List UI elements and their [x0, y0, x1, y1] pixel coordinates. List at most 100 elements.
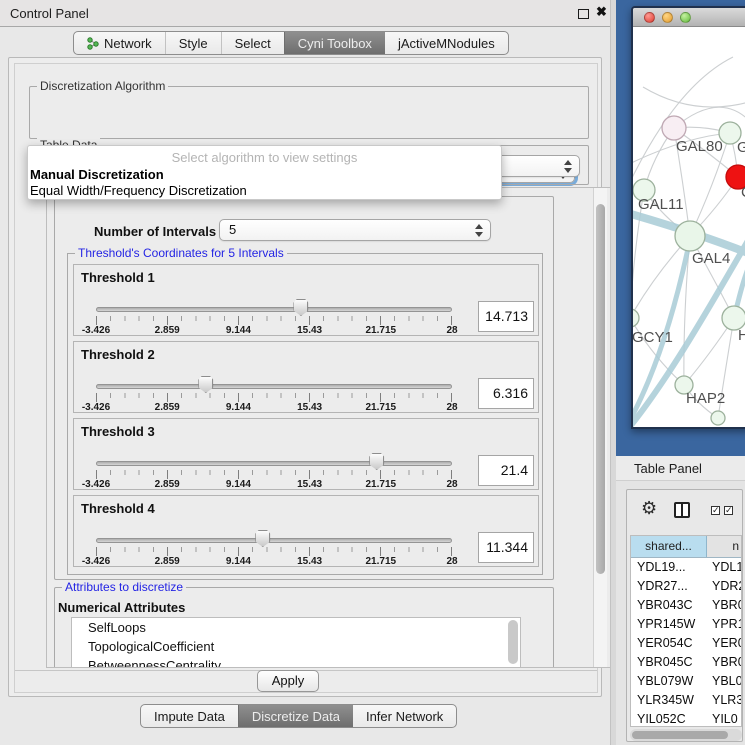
network-icon [87, 37, 99, 50]
slider-track[interactable] [96, 307, 452, 312]
algorithm-dropdown-popup: Select algorithm to view settings Manual… [27, 145, 502, 200]
split-panel-icon[interactable] [674, 502, 690, 518]
checkbox-icon[interactable]: ✓ [724, 506, 733, 515]
tab-style[interactable]: Style [165, 32, 221, 54]
scrollbar-thumb[interactable] [632, 731, 728, 739]
node-gal80[interactable] [662, 116, 686, 140]
slider-ticks [96, 316, 453, 325]
threshold-value-box[interactable]: 6.316 [478, 378, 534, 409]
table-cell[interactable]: YIL0 [707, 710, 741, 727]
slider-scale-label: 2.859 [155, 325, 180, 336]
table-row[interactable]: YBR043CYBR0 [631, 596, 741, 615]
table-cell[interactable]: YDR2 [707, 577, 741, 596]
tab-cyni-toolbox[interactable]: Cyni Toolbox [284, 32, 385, 54]
slider-scale: -3.4262.8599.14415.4321.71528 [96, 402, 452, 414]
threshold-slider[interactable]: -3.4262.8599.14415.4321.71528 [96, 303, 452, 335]
node-table: shared... n YDL19...YDL1YDR27...YDR2YBR0… [630, 535, 742, 727]
slider-track[interactable] [96, 384, 452, 389]
number-of-intervals-combobox[interactable]: 5 [219, 219, 491, 241]
apply-button[interactable]: Apply [257, 670, 319, 692]
threshold-slider[interactable]: -3.4262.8599.14415.4321.71528 [96, 534, 452, 566]
table-row[interactable]: YLR345WYLR3 [631, 691, 741, 710]
threshold-slider[interactable]: -3.4262.8599.14415.4321.71528 [96, 380, 452, 412]
tab-discretize-data[interactable]: Discretize Data [238, 705, 353, 727]
table-cell[interactable]: YIL052C [631, 710, 707, 727]
control-panel-titlebar: Control Panel ✖ [0, 0, 610, 27]
table-cell[interactable]: YBR043C [631, 596, 707, 615]
threshold-panel: Threshold 2 -3.4262.8599.14415.4321.7152… [73, 341, 539, 413]
node-gcy1[interactable] [633, 309, 639, 327]
table-cell[interactable]: YDL19... [631, 558, 707, 577]
slider-track[interactable] [96, 538, 452, 543]
table-cell[interactable]: YBL0 [707, 672, 741, 691]
table-cell[interactable]: YPR1 [707, 615, 741, 634]
table-row[interactable]: YBR045CYBR0 [631, 653, 741, 672]
cyni-toolbox-panel: Discretization Algorithm Select algorith… [8, 57, 602, 697]
threshold-value-box[interactable]: 14.713 [478, 301, 534, 332]
slider-thumb[interactable] [293, 299, 308, 316]
slider-thumb[interactable] [255, 530, 270, 547]
threshold-label: Threshold 1 [81, 270, 155, 285]
tab-impute-data[interactable]: Impute Data [141, 705, 238, 727]
table-cell[interactable]: YPR145W [631, 615, 707, 634]
node-gal4[interactable] [675, 221, 705, 251]
slider-scale-label: 21.715 [366, 402, 397, 413]
threshold-value-box[interactable]: 21.4 [478, 455, 534, 486]
table-cell[interactable]: YDR27... [631, 577, 707, 596]
list-item[interactable]: TopologicalCoefficient [72, 637, 520, 656]
node[interactable] [711, 411, 725, 425]
column-header-shared-name[interactable]: shared... [631, 536, 707, 557]
tab-network[interactable]: Network [74, 32, 165, 54]
popup-option-equal-width[interactable]: Equal Width/Frequency Discretization [30, 183, 247, 198]
numerical-attributes-list[interactable]: SelfLoops TopologicalCoefficient Between… [71, 617, 521, 668]
threshold-value-box[interactable]: 11.344 [478, 532, 534, 563]
tab-jactivemnodules[interactable]: jActiveMNodules [385, 32, 508, 54]
table-row[interactable]: YBL079WYBL0 [631, 672, 741, 691]
popup-hint: Select algorithm to view settings [28, 150, 501, 165]
settings-scroll-area: Interval Definition Number of Intervals … [46, 187, 612, 668]
table-cell[interactable]: YER054C [631, 634, 707, 653]
popup-option-manual-discretization[interactable]: Manual Discretization [30, 167, 164, 182]
table-cell[interactable]: YER0 [707, 634, 741, 653]
close-icon[interactable]: ✖ [596, 4, 607, 20]
threshold-panel: Threshold 4 -3.4262.8599.14415.4321.7152… [73, 495, 539, 567]
table-row[interactable]: YPR145WYPR1 [631, 615, 741, 634]
table-cell[interactable]: YLR345W [631, 691, 707, 710]
table-cell[interactable]: YBR045C [631, 653, 707, 672]
network-canvas[interactable]: GAL80 G C GAL11 GAL4 GCY1 H HAP2 [633, 27, 745, 429]
list-item[interactable]: BetweennessCentrality [72, 656, 520, 668]
table-cell[interactable]: YBL079W [631, 672, 707, 691]
vertical-scrollbar[interactable] [593, 188, 607, 668]
table-row[interactable]: YDR27...YDR2 [631, 577, 741, 596]
gear-icon[interactable]: ⚙ [641, 498, 657, 519]
zoom-traffic-light-icon[interactable] [680, 12, 691, 23]
list-scrollbar[interactable] [508, 620, 518, 664]
tab-infer-network[interactable]: Infer Network [353, 705, 456, 727]
column-header-name[interactable]: n [707, 536, 741, 557]
threshold-slider[interactable]: -3.4262.8599.14415.4321.71528 [96, 457, 452, 489]
checkbox-icon[interactable]: ✓ [711, 506, 720, 515]
scrollbar-thumb[interactable] [596, 204, 605, 574]
horizontal-scrollbar[interactable] [630, 729, 742, 741]
network-graph: GAL80 G C GAL11 GAL4 GCY1 H HAP2 [633, 27, 745, 429]
list-item[interactable]: SelfLoops [72, 618, 520, 637]
table-row[interactable]: YIL052CYIL0 [631, 710, 741, 727]
tab-select[interactable]: Select [221, 32, 284, 54]
slider-track[interactable] [96, 461, 452, 466]
float-window-icon[interactable] [578, 9, 589, 19]
minimize-traffic-light-icon[interactable] [662, 12, 673, 23]
table-cell[interactable]: YBR0 [707, 653, 741, 672]
table-row[interactable]: YER054CYER0 [631, 634, 741, 653]
network-window-titlebar[interactable] [633, 8, 745, 27]
node-label: GCY1 [633, 329, 673, 346]
table-cell[interactable]: YDL1 [707, 558, 741, 577]
threshold-panel: Threshold 3 -3.4262.8599.14415.4321.7152… [73, 418, 539, 490]
close-traffic-light-icon[interactable] [644, 12, 655, 23]
slider-scale-label: 15.43 [297, 556, 322, 567]
slider-thumb[interactable] [369, 453, 384, 470]
slider-thumb[interactable] [198, 376, 213, 393]
table-row[interactable]: YDL19...YDL1 [631, 558, 741, 577]
tab-label: Network [104, 36, 152, 51]
table-cell[interactable]: YBR0 [707, 596, 741, 615]
table-cell[interactable]: YLR3 [707, 691, 741, 710]
